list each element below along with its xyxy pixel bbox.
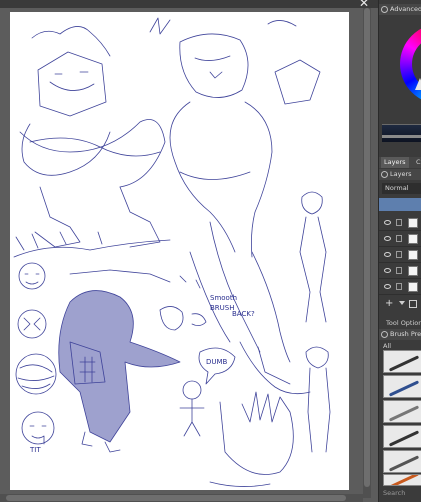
canvas-note-3: BRUSH	[210, 304, 235, 312]
docker-tab-row: Layers C	[379, 157, 421, 168]
brush-preset[interactable]	[383, 425, 421, 448]
brush-stroke-preview	[388, 405, 420, 422]
layer-thumbnail	[408, 250, 418, 260]
right-docker: Advanced Layers C Layers Normal + Tool O…	[378, 0, 421, 502]
add-layer-icon[interactable]: +	[385, 297, 393, 311]
vertical-scroll-thumb[interactable]	[364, 8, 370, 487]
brush-preset[interactable]	[383, 450, 421, 473]
eye-icon[interactable]	[384, 220, 391, 225]
brush-preset[interactable]	[383, 400, 421, 423]
brush-preset[interactable]	[383, 375, 421, 398]
horizontal-scroll-thumb[interactable]	[6, 495, 346, 501]
horizontal-scrollbar[interactable]	[0, 494, 363, 502]
color-history-bar[interactable]	[382, 124, 421, 142]
title-strip	[0, 0, 378, 8]
canvas-note-2: Smooth	[210, 294, 237, 302]
layer-toolbar: +	[379, 297, 421, 311]
brush-stroke-preview	[388, 430, 420, 447]
brush-stroke-preview	[388, 475, 420, 485]
layer-row[interactable]	[379, 248, 421, 263]
sketch-drawing: TIT Smooth BRUSH DUMB BACK?	[13, 17, 331, 487]
drawing-canvas[interactable]: TIT Smooth BRUSH DUMB BACK?	[10, 12, 349, 490]
chevron-down-icon[interactable]	[399, 301, 405, 307]
color-triangle-icon[interactable]	[415, 78, 421, 90]
brush-presets-title: Brush Pre	[379, 329, 421, 340]
lock-icon[interactable]	[396, 283, 402, 290]
lock-icon[interactable]	[396, 235, 402, 242]
layer-thumbnail	[408, 266, 418, 276]
layers-icon	[381, 170, 388, 178]
brush-preset-icon	[381, 330, 388, 338]
layer-thumbnail	[408, 234, 418, 244]
tab-other[interactable]: C	[413, 157, 421, 168]
eye-icon[interactable]	[384, 284, 391, 289]
brush-stroke-preview	[388, 455, 420, 472]
eye-icon[interactable]	[384, 268, 391, 273]
eye-icon[interactable]	[384, 236, 391, 241]
layer-row[interactable]	[379, 232, 421, 247]
layer-row[interactable]	[379, 216, 421, 231]
brush-search-input[interactable]: Search	[383, 489, 405, 497]
eye-icon[interactable]	[384, 252, 391, 257]
lock-icon[interactable]	[396, 267, 402, 274]
vertical-scrollbar[interactable]	[363, 8, 371, 498]
color-selector-wheel[interactable]	[400, 24, 421, 104]
brush-stroke-preview	[388, 380, 420, 397]
canvas-note-1: TIT	[29, 446, 41, 454]
lock-icon[interactable]	[396, 251, 402, 258]
layer-row[interactable]	[379, 264, 421, 279]
brush-preset[interactable]	[383, 350, 421, 373]
brush-filter-select[interactable]: All	[383, 342, 391, 350]
layer-thumbnail	[408, 218, 418, 228]
layer-row[interactable]	[379, 280, 421, 295]
color-wheel-icon	[381, 5, 388, 13]
brush-stroke-preview	[388, 355, 420, 372]
layer-thumbnail	[408, 282, 418, 292]
app-window: ✕ TIT Smooth BRUSH DUMB BACK? Advanced L…	[0, 0, 421, 502]
blend-mode-select[interactable]: Normal	[382, 183, 421, 194]
grey-strip	[382, 135, 421, 138]
lock-icon[interactable]	[396, 219, 402, 226]
tool-options-label[interactable]: Tool Option	[386, 319, 421, 327]
layers-title: Layers	[379, 169, 421, 180]
canvas-note-5: BACK?	[232, 310, 255, 318]
tab-layers[interactable]: Layers	[381, 157, 409, 168]
advanced-color-title: Advanced	[379, 4, 421, 15]
canvas-note-4: DUMB	[206, 358, 228, 366]
duplicate-layer-icon[interactable]	[409, 300, 417, 308]
selected-layer-highlight[interactable]	[379, 198, 421, 211]
brush-preset[interactable]	[383, 474, 421, 486]
